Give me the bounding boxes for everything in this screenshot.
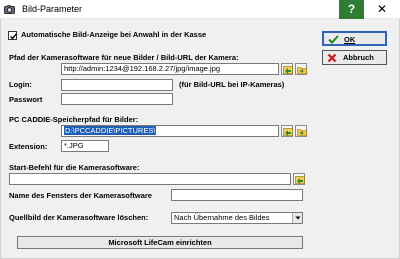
camera-icon [4, 4, 15, 15]
cancel-button[interactable]: Abbruch [322, 50, 387, 65]
storage-path-value: D:\PCCADDIE\PICTURES\ [64, 126, 157, 135]
window-name-label: Name des Fensters der Kamerasoftware [9, 191, 152, 200]
check-icon [328, 35, 339, 44]
auto-display-label: Automatische Bild-Anzeige bei Anwahl in … [21, 30, 207, 39]
delete-source-label: Quellbild der Kamerasoftware löschen: [9, 213, 149, 222]
cross-icon [327, 53, 337, 63]
login-label: Login: [9, 80, 32, 89]
folder-icon [297, 129, 307, 136]
start-command-label: Start-Befehl für die Kamerasoftware: [9, 163, 140, 172]
camera-path-label: Pfad der Kamerasoftware für neue Bilder … [9, 53, 239, 62]
delete-source-value: Nach Übernahme des Bildes [174, 213, 270, 222]
start-command-field[interactable] [9, 173, 291, 185]
password-field[interactable] [61, 93, 173, 105]
ok-button[interactable]: OK [322, 31, 387, 46]
window-name-field[interactable] [171, 189, 303, 201]
login-hint: (für Bild-URL bei IP-Kameras) [179, 80, 285, 89]
run-icon [283, 128, 293, 136]
storage-path-label: PC CADDIE-Speicherpfad für Bilder: [9, 115, 139, 124]
folder-icon [297, 67, 307, 74]
extension-label: Extension: [9, 142, 48, 151]
camera-path-run-button[interactable] [281, 63, 293, 75]
title-bar: Bild-Parameter ? ✕ [0, 0, 400, 19]
camera-path-browse-button[interactable] [295, 63, 307, 75]
password-label: Passwort [9, 95, 43, 104]
chevron-down-icon [292, 213, 302, 223]
lifecam-setup-button[interactable]: Microsoft LifeCam einrichten [17, 236, 303, 249]
delete-source-select[interactable]: Nach Übernahme des Bildes [171, 212, 303, 224]
window-title: Bild-Parameter [22, 4, 83, 14]
ok-label: OK [344, 35, 356, 44]
run-icon [295, 176, 305, 184]
auto-display-checkbox[interactable] [8, 31, 18, 40]
start-command-run-button[interactable] [293, 173, 305, 185]
storage-path-run-button[interactable] [281, 125, 293, 137]
run-icon [283, 66, 293, 74]
login-field[interactable] [61, 79, 173, 91]
extension-field[interactable]: *.JPG [61, 140, 109, 152]
close-button[interactable]: ✕ [366, 0, 398, 19]
camera-path-field[interactable]: http://admin:1234@192.168.2.27/jpg/image… [61, 63, 279, 75]
cancel-label: Abbruch [343, 53, 374, 62]
storage-path-field[interactable]: D:\PCCADDIE\PICTURES\ [61, 125, 279, 137]
help-button[interactable]: ? [339, 0, 364, 19]
storage-path-browse-button[interactable] [295, 125, 307, 137]
dialog-body: Automatische Bild-Anzeige bei Anwahl in … [0, 19, 400, 259]
